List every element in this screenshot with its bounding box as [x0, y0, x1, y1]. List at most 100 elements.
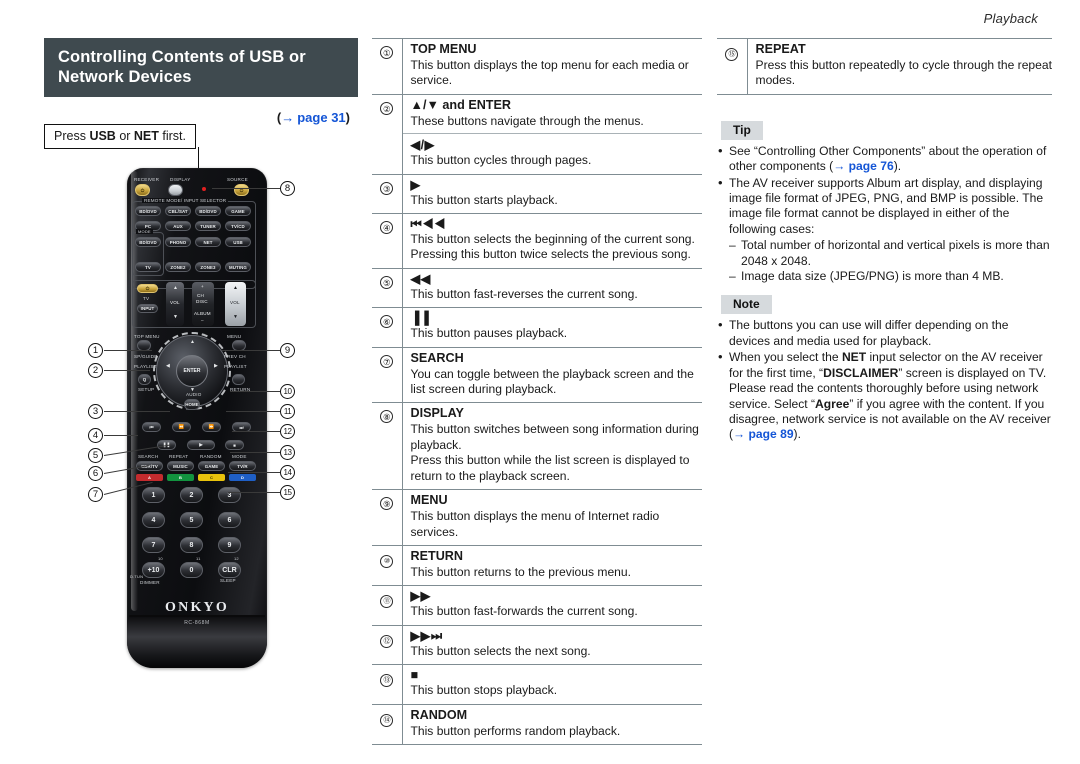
- remote-key-6: 6: [218, 512, 241, 528]
- row-number: ⑮: [725, 48, 739, 61]
- button-symbol: ▶: [410, 177, 421, 192]
- remote-key-9: 9: [218, 537, 241, 553]
- remote-label-mode2: MODE: [232, 454, 247, 459]
- remote-label-remote-mode-input-selector: REMOTE MODE/ INPUT SELECTOR: [142, 198, 229, 203]
- page-ref-label[interactable]: page 31: [297, 110, 345, 125]
- remote-label-repeat: REPEAT: [169, 454, 189, 459]
- table-row: ② ▲/▼ and ENTER These buttons navigate t…: [372, 94, 702, 175]
- middle-column: ① TOP MENU This button displays the top …: [372, 38, 702, 745]
- remote-label-receiver: RECEIVER: [134, 177, 160, 182]
- page-ref-arrow-icon: →: [281, 110, 295, 125]
- callout-leader-1: [104, 350, 152, 351]
- callout-marker-2: 2: [88, 363, 103, 378]
- list-item: The AV receiver supports Album art displ…: [717, 175, 1052, 285]
- remote-button-net: NET: [195, 237, 221, 247]
- callout-marker-14: 14: [280, 465, 295, 480]
- note-list: The buttons you can use will differ depe…: [717, 317, 1052, 442]
- page-ref-arrow-icon: →: [733, 427, 746, 442]
- callout-net: NET: [133, 129, 159, 143]
- button-symbol: ▶▶: [410, 589, 431, 604]
- button-description: This button fast-forwards the current so…: [410, 604, 638, 619]
- remote-button-zone2: ZONE2: [165, 262, 191, 272]
- table-row: ⑬ ■ This button stops playback.: [372, 664, 702, 705]
- table-row: ⑨ MENU This button displays the menu of …: [372, 489, 702, 546]
- note-2-link[interactable]: page 89: [749, 427, 794, 441]
- tip-1-link[interactable]: page 76: [849, 159, 894, 173]
- callout-leader-9: [222, 350, 280, 351]
- remote-repeat-button: MUSIC: [167, 461, 194, 471]
- list-item: See “Controlling Other Components” about…: [717, 143, 1052, 175]
- remote-key-clr: CLR: [218, 562, 241, 578]
- button-description: This button selects the next song.: [410, 643, 591, 658]
- remote-home-button: HOME: [184, 399, 200, 410]
- remote-key-0: 0: [180, 562, 203, 578]
- button-description: This button switches between song inform…: [410, 422, 699, 452]
- callout-marker-6: 6: [88, 466, 103, 481]
- button-name: DISPLAY: [410, 406, 464, 421]
- button-symbol: ▶▶⏭: [410, 628, 443, 643]
- remote-color-key-b: B: [167, 474, 194, 481]
- button-name: ▲/▼ and ENTER: [410, 97, 512, 112]
- remote-color-key-a: A: [136, 474, 163, 481]
- button-description: This button pauses playback.: [410, 326, 568, 341]
- remote-enter-button: ENTER: [176, 355, 208, 387]
- remote-key-plus10: +10: [142, 562, 165, 578]
- remote-button-bddvd-3: BD/DVD: [135, 237, 161, 247]
- table-row: ① TOP MENU This button displays the top …: [372, 38, 702, 95]
- remote-random-button: GAME: [198, 461, 225, 471]
- remote-tv-power-button: ⏻: [137, 284, 158, 293]
- callout-mid: or: [115, 129, 134, 143]
- list-item: The buttons you can use will differ depe…: [717, 317, 1052, 349]
- remote-power-source-button: ⏻: [234, 184, 249, 196]
- remote-control-illustration: RECEIVER DISPLAY SOURCE ⏻ ⏻ REMOTE MODE/…: [82, 168, 322, 678]
- page-ref-arrow-icon: →: [833, 159, 846, 174]
- remote-label-playlist-right: PLAYLIST: [224, 364, 247, 369]
- remote-play-button: ▶: [187, 440, 215, 450]
- callout-marker-4: 4: [88, 428, 103, 443]
- remote-label-display: DISPLAY: [170, 177, 191, 182]
- note-2-p5: ).: [793, 427, 801, 442]
- row-number: ⑦: [380, 354, 394, 368]
- row-number: ①: [380, 46, 394, 59]
- page-footer: En-30: [0, 708, 1080, 764]
- remote-power-receiver-button: ⏻: [135, 184, 150, 196]
- callout-leader-13: [230, 452, 280, 453]
- table-row: ⑧ DISPLAY This button switches between s…: [372, 402, 702, 490]
- callout-leader-12: [232, 431, 280, 432]
- row-number: ⑪: [380, 595, 394, 609]
- callout-leader-8: [212, 188, 280, 189]
- remote-label-setup: SETUP: [138, 387, 155, 392]
- remote-button-muting: MUTING: [225, 262, 251, 272]
- section-page-reference[interactable]: (→ page 31): [44, 110, 358, 125]
- row-number: ④: [380, 221, 394, 235]
- row-number: ⑫: [380, 634, 394, 648]
- callout-marker-12: 12: [280, 424, 295, 439]
- remote-label-sp-guide: SP/GUIDE: [134, 354, 158, 359]
- remote-return-button: [232, 374, 245, 385]
- remote-label-vol-left: VOL: [170, 300, 180, 305]
- list-item: Total number of horizontal and vertical …: [729, 238, 1052, 269]
- callout-leader-10: [230, 391, 280, 392]
- remote-color-key-c: C: [198, 474, 225, 481]
- button-symbol: ⏮◀◀: [410, 217, 446, 232]
- callout-marker-13: 13: [280, 445, 295, 460]
- note-2-b1: NET: [841, 350, 867, 365]
- button-description: This button starts playback.: [410, 192, 558, 207]
- button-description: This button selects the beginning of the…: [410, 232, 695, 262]
- remote-label-sleep: SLEEP: [220, 578, 236, 583]
- button-description: You can toggle between the playback scre…: [410, 366, 694, 397]
- remote-key-8: 8: [180, 537, 203, 553]
- remote-led-indicator: [202, 187, 206, 191]
- remote-label-source: SOURCE: [227, 177, 248, 182]
- button-name: REPEAT: [755, 42, 806, 56]
- running-head: Playback: [983, 11, 1038, 26]
- table-row: ⑫ ▶▶⏭ This button selects the next song.: [372, 625, 702, 665]
- callout-leader-15: [228, 492, 280, 493]
- table-row: ⑤ ◀◀ This button fast-reverses the curre…: [372, 268, 702, 308]
- remote-button-phono: PHONO: [165, 237, 191, 247]
- button-description: Press this button repeatedly to cycle th…: [755, 58, 1052, 88]
- tip-1-post: ).: [893, 159, 902, 174]
- note-2-b3: Agree: [815, 396, 850, 411]
- remote-label-random: RANDOM: [200, 454, 222, 459]
- button-description: This button displays the menu of Interne…: [410, 509, 660, 539]
